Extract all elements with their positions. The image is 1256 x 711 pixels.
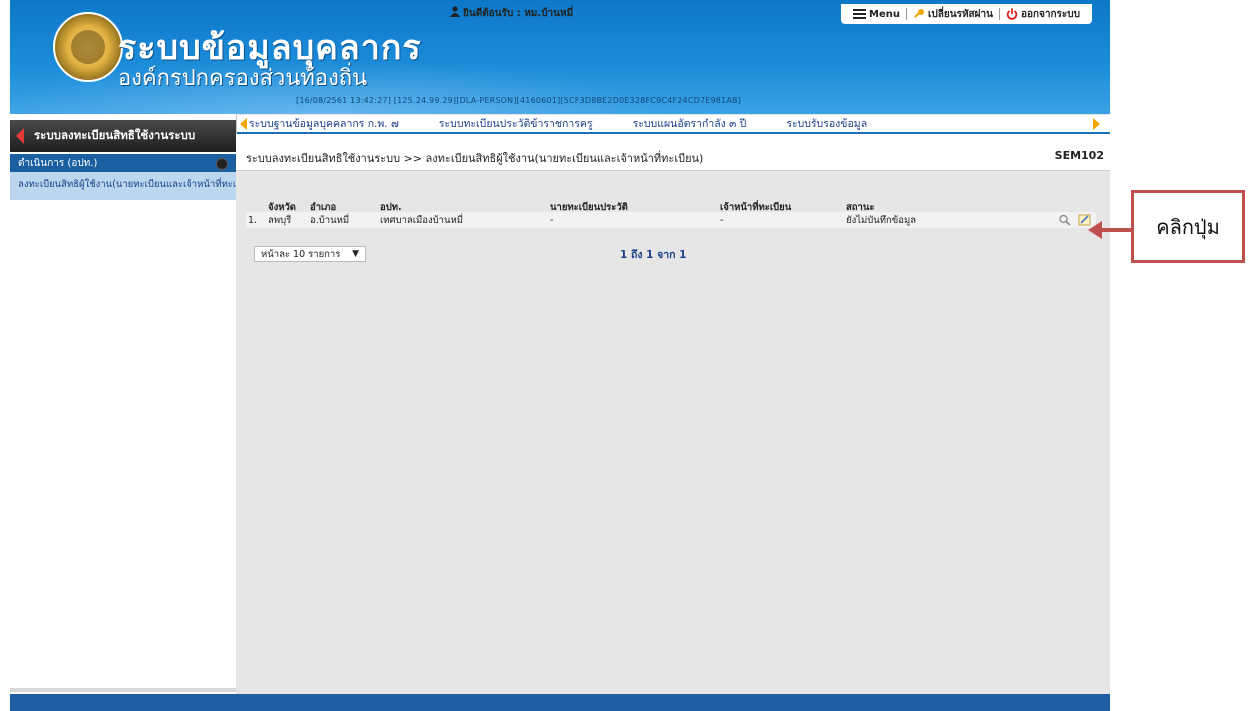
page-size-label: หน้าละ 10 รายการ: [261, 248, 341, 260]
header-index: [246, 200, 262, 212]
system-subtitle: องค์กรปกครองส่วนท้องถิ่น: [118, 66, 368, 91]
scroll-left-arrow-icon[interactable]: [240, 117, 247, 130]
welcome-text: ยินดีต้อนรับ : หม.บ้านหมี่: [450, 6, 573, 21]
paging-info: 1 ถึง 1 จาก 1: [620, 249, 687, 261]
sidebar-item-register-rights[interactable]: ลงทะเบียนสิทธิผู้ใช้งาน(นายทะเบียนและเจ้…: [10, 172, 236, 200]
header-officer: เจ้าหน้าที่ทะเบียน: [720, 202, 792, 213]
sidebar-section[interactable]: ดำเนินการ (อปท.): [10, 154, 236, 172]
cell-province: ลพบุรี: [268, 214, 292, 226]
dropdown-caret-icon: ▼: [352, 249, 359, 259]
key-icon: [914, 9, 924, 18]
power-icon: [1006, 8, 1018, 20]
header: ระบบข้อมูลบุคลากร องค์กรปกครองส่วนท้องถิ…: [10, 0, 1110, 114]
header-district: อำเภอ: [310, 202, 337, 213]
cell-status: ยังไม่บันทึกข้อมูล: [846, 214, 917, 226]
cell-officer: -: [720, 214, 724, 226]
logout-button[interactable]: ออกจากระบบ: [1000, 7, 1086, 22]
footer-bar: [10, 694, 1110, 711]
table-header: จังหวัด อำเภอ อปท. นายทะเบียนประวัติ เจ้…: [246, 200, 1096, 213]
instruction-callout: คลิกปุ่ม: [1131, 190, 1245, 263]
page-size-select[interactable]: หน้าละ 10 รายการ ▼: [254, 246, 366, 262]
registration-table: จังหวัด อำเภอ อปท. นายทะเบียนประวัติ เจ้…: [246, 200, 1096, 228]
menu-item-manpower-plan[interactable]: ระบบแผนอัตรากำลัง ๓ ปี: [633, 115, 747, 132]
sidebar: ระบบลงทะเบียนสิทธิใช้งานระบบ ดำเนินการ (…: [10, 114, 237, 694]
header-org: อปท.: [380, 202, 402, 213]
breadcrumb: ระบบลงทะเบียนสิทธิใช้งานระบบ >> ลงทะเบีย…: [246, 152, 704, 165]
hamburger-icon: [853, 9, 866, 19]
header-registrar: นายทะเบียนประวัติ: [550, 202, 628, 213]
collapse-icon[interactable]: [216, 158, 228, 170]
cell-registrar: -: [550, 214, 554, 226]
top-bar: ยินดีต้อนรับ : หม.บ้านหมี่ Menu เปลี่ยนร…: [450, 0, 1110, 26]
welcome-label: ยินดีต้อนรับ : หม.บ้านหมี่: [463, 8, 574, 19]
sidebar-heading[interactable]: ระบบลงทะเบียนสิทธิใช้งานระบบ: [10, 120, 236, 152]
screen-code: SEM102: [1054, 149, 1104, 162]
menu-button[interactable]: Menu: [847, 9, 906, 20]
breadcrumb-bar: ระบบลงทะเบียนสิทธิใช้งานระบบ >> ลงทะเบีย…: [236, 134, 1110, 171]
back-arrow-icon[interactable]: [16, 128, 24, 144]
menu-item-teacher-records[interactable]: ระบบทะเบียนประวัติข้าราชการครู: [439, 115, 593, 132]
cell-org: เทศบาลเมืองบ้านหมี่: [380, 214, 463, 226]
sidebar-footer-bar: [10, 688, 236, 692]
system-menu-bar: ระบบฐานข้อมูลบุคคลากร ก.พ. ๗ ระบบทะเบียน…: [236, 115, 1110, 134]
search-icon[interactable]: [1058, 214, 1072, 226]
session-info: [16/08/2561 13:42:27] [125.24.99.29][DLA…: [296, 96, 742, 105]
header-province: จังหวัด: [268, 202, 296, 213]
change-password-button[interactable]: เปลี่ยนรหัสผ่าน: [907, 7, 999, 22]
row-actions: [1006, 214, 1096, 226]
menu-item-personnel-db[interactable]: ระบบฐานข้อมูลบุคคลากร ก.พ. ๗: [249, 115, 399, 132]
header-status: สถานะ: [846, 202, 875, 213]
menu-label: Menu: [869, 8, 900, 20]
table-row: 1. ลพบุรี อ.บ้านหมี่ เทศบาลเมืองบ้านหมี่…: [246, 212, 1096, 228]
row-index: 1.: [248, 214, 258, 226]
sidebar-section-label: ดำเนินการ (อปท.): [18, 157, 98, 169]
app-window: ระบบข้อมูลบุคลากร องค์กรปกครองส่วนท้องถิ…: [10, 0, 1110, 711]
user-icon: [450, 6, 460, 17]
callout-arrow-icon: [1088, 221, 1132, 239]
cell-district: อ.บ้านหมี่: [310, 214, 350, 226]
scroll-right-arrow-icon[interactable]: [1093, 117, 1100, 130]
menu-item-data-certification[interactable]: ระบบรับรองข้อมูล: [786, 115, 867, 132]
organization-logo: [53, 12, 123, 82]
header-actions: [1006, 200, 1096, 212]
main-content: ระบบลงทะเบียนสิทธิใช้งานระบบ >> ลงทะเบีย…: [236, 134, 1110, 694]
sidebar-heading-label: ระบบลงทะเบียนสิทธิใช้งานระบบ: [34, 128, 196, 142]
change-password-label: เปลี่ยนรหัสผ่าน: [927, 8, 993, 20]
logout-label: ออกจากระบบ: [1020, 8, 1080, 20]
top-menu: Menu เปลี่ยนรหัสผ่าน ออกจากระบบ: [841, 4, 1092, 24]
